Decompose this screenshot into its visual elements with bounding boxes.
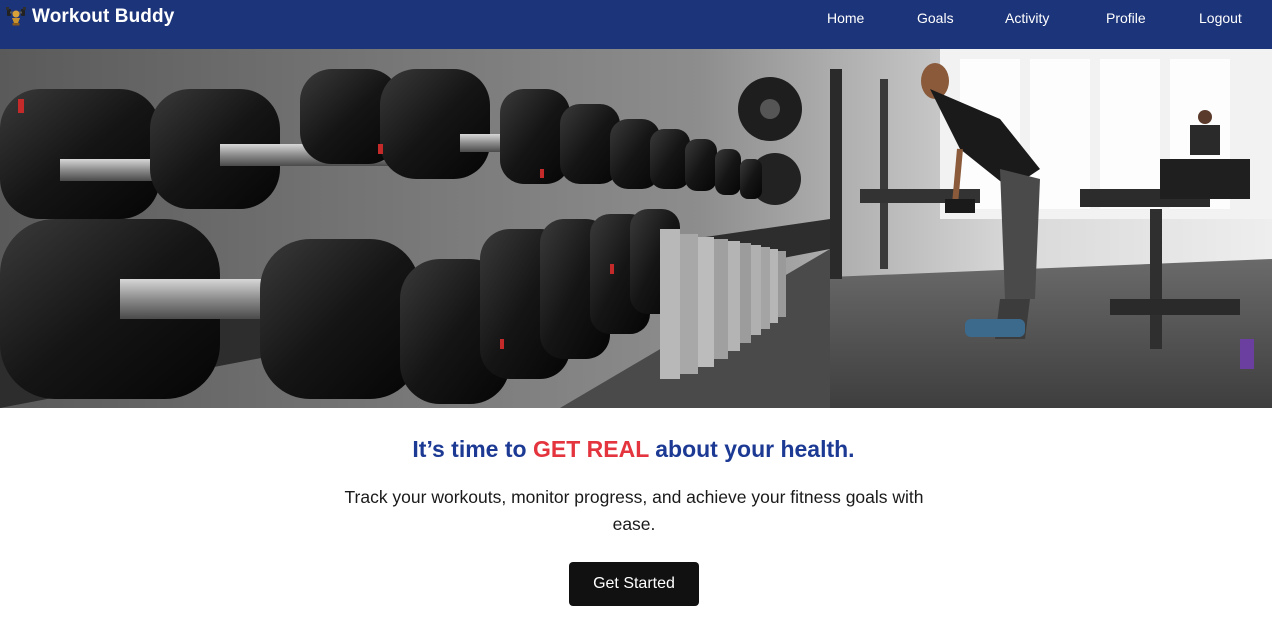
hero-headline: It’s time to GET REAL about your health. xyxy=(0,433,1267,465)
get-started-button[interactable]: Get Started xyxy=(569,562,699,606)
gym-dumbbell-rack-photo xyxy=(0,49,1272,408)
headline-before: It’s time to xyxy=(412,436,533,462)
brand-name: Workout Buddy xyxy=(32,6,175,27)
nav-logout-link[interactable]: Logout xyxy=(1199,9,1242,27)
hero-subtext: Track your workouts, monitor progress, a… xyxy=(344,487,924,534)
headline-after: about your health. xyxy=(648,436,855,462)
headline-accent: GET REAL xyxy=(532,436,649,462)
nav-home-link[interactable]: Home xyxy=(827,9,864,27)
nav-goals-link[interactable]: Goals xyxy=(917,9,954,27)
hero-image xyxy=(0,49,1272,408)
nav-activity-link[interactable]: Activity xyxy=(1005,9,1049,27)
nav-profile-link[interactable]: Profile xyxy=(1106,9,1146,27)
top-navbar: Workout Buddy Home Goals Activity Profil… xyxy=(0,0,1272,49)
brand-link[interactable]: Workout Buddy xyxy=(6,4,174,30)
dumbbell-trophy-icon xyxy=(6,7,26,26)
